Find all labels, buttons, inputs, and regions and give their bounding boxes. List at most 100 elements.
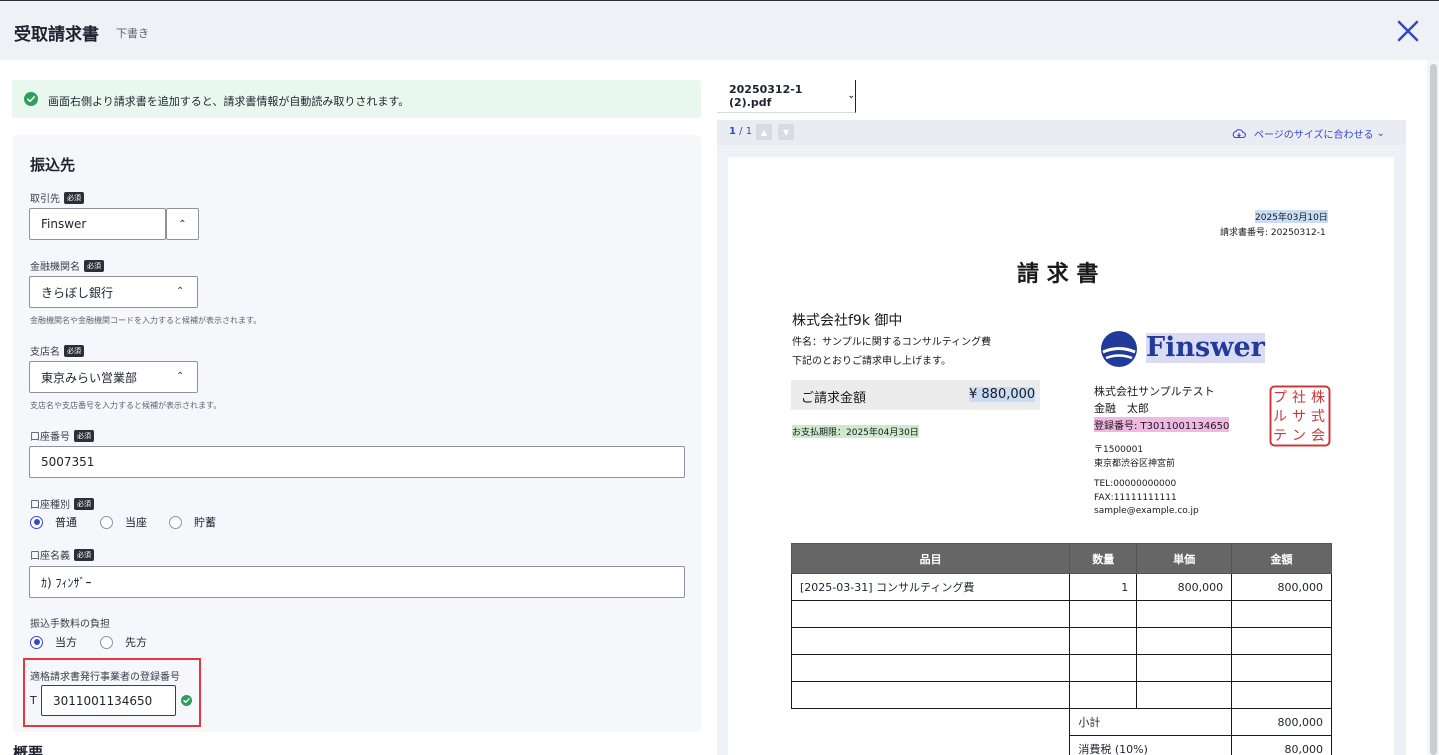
page-indicator: 1 / 1 [729,126,753,137]
chevron-up-icon: ▲ [760,127,768,137]
bank-hint: 金融機関名や金融機関コードを入力すると候補が表示されます。 [30,316,262,325]
issuer-email: sample@example.co.jp [1094,506,1199,516]
table-row [790,600,1332,628]
svg-text:ル: ル [1273,409,1287,425]
account-number-field[interactable]: 5007351 [29,446,685,478]
chevron-down-icon: ⌄ [847,91,855,101]
fee-bearer-radio-self[interactable]: 当方 [30,634,77,650]
subtotal-value: 800,000 [1231,708,1332,736]
bank-label: 金融機関名 必須 [30,258,104,273]
close-icon[interactable] [1392,15,1424,47]
required-badge: 必須 [64,191,84,204]
svg-text:株: 株 [1311,390,1325,406]
svg-text:会: 会 [1311,428,1325,444]
partner-label: 取引先 必須 [30,190,84,205]
account-number-label: 口座番号 必須 [30,428,94,443]
amount-label: ご請求金額 [801,391,867,406]
registration-label: 適格請求書発行事業者の登録番号 [30,672,180,683]
finswer-logo-icon [1101,331,1137,367]
radio-unselected[interactable] [100,635,113,649]
prev-page-button[interactable]: ▲ [756,124,772,140]
subtotal-row: 小計 800,000 [791,708,1332,736]
issuer-fax: FAX:11111111111 [1094,493,1177,503]
invoice-due-date: お支払期限：2025年04月30日 [792,425,919,438]
section-title: 振込先 [30,156,76,174]
scrollbar-thumb[interactable] [1430,64,1437,755]
account-holder-label: 口座名義 必須 [30,547,94,562]
radio-selected[interactable] [30,635,43,649]
required-badge: 必須 [74,548,94,561]
partner-dropdown-button[interactable]: ⌃ [166,208,199,240]
summary-section-title: 概要 [13,744,44,755]
svg-text:ン: ン [1292,428,1306,444]
fee-bearer-radio-other[interactable]: 先方 [100,634,147,650]
file-selector[interactable]: 20250312-1 (2).pdf ⌄ [717,80,856,113]
table-header: 単価 [1136,543,1233,574]
issuer-registration: 登録番号: T3011001134650 [1094,417,1230,432]
invoice-amount-box: ご請求金額 ¥ 880,000 [791,380,1040,410]
chevron-down-icon: ⌄ [1376,128,1385,139]
invoice-items-table: 品目 数量 単価 金額 [2025-03-31] コンサルティング費 1 800… [790,543,1332,755]
invoice-date: 2025年03月10日 [1255,210,1328,223]
chevron-down-icon: ▼ [782,127,790,137]
tax-label: 消費税 (10%) [1069,735,1233,755]
qty-cell: 1 [1069,573,1138,601]
finswer-logo-text: Finswer [1146,332,1265,363]
required-badge: 必須 [74,497,94,510]
partner-field[interactable]: Finswer [29,208,166,240]
table-row [790,627,1332,655]
tax-row: 消費税 (10%) 80,000 [792,735,1332,755]
branch-select[interactable]: 東京みらい営業部 ⌃ [29,361,198,393]
chevron-up-icon[interactable]: ⌃ [178,219,186,230]
registration-prefix: T [30,694,37,707]
price-cell: 800,000 [1136,573,1233,601]
amount-value: ¥ 880,000 [969,387,1036,402]
account-type-label: 口座種別 必須 [30,496,94,511]
table-header: 品目 [790,543,1071,574]
account-holder-field[interactable]: ｶ) ﾌｨﾝｻﾞｰ [29,566,685,598]
table-header: 数量 [1069,543,1138,574]
radio-selected[interactable] [30,515,43,529]
fit-page-button[interactable]: ページのサイズに合わせる ⌄ [1232,126,1385,141]
item-cell: [2025-03-31] コンサルティング費 [790,573,1071,601]
issuer-company: 株式会社サンプルテスト [1094,385,1215,398]
bank-select[interactable]: きらぼし銀行 ⌃ [29,276,198,308]
check-circle-icon [181,695,192,706]
page-title: 受取請求書 [14,25,99,45]
account-type-radio-futsu[interactable]: 普通 [30,514,77,530]
branch-label: 支店名 必須 [30,343,84,358]
radio-unselected[interactable] [100,515,113,529]
company-seal-icon: 株式会 社サン プルテ [1269,385,1331,447]
next-page-button[interactable]: ▼ [778,124,794,140]
notice-text: 画面右側より請求書を追加すると、請求書情報が自動読み取りされます。 [48,95,410,108]
radio-unselected[interactable] [169,515,182,529]
issuer-tel: TEL:00000000000 [1094,479,1177,489]
cloud-download-icon [1232,128,1246,138]
branch-select-value: 東京みらい営業部 [41,370,138,385]
issuer-postal: 〒1500001 [1094,445,1144,455]
file-name: 20250312-1 (2).pdf [729,83,803,109]
issuer-address: 東京都渋谷区神宮前 [1094,459,1176,469]
required-badge: 必須 [74,429,94,442]
subtotal-label: 小計 [1069,708,1233,736]
table-row [790,654,1332,682]
table-row [790,681,1332,709]
account-type-radio-toza[interactable]: 当座 [100,514,147,530]
chevron-up-icon: ⌃ [176,371,185,382]
registration-number-field[interactable]: 3011001134650 [41,685,176,716]
table-header: 金額 [1231,543,1332,574]
amount-cell: 800,000 [1231,573,1332,601]
invoice-title: 請 求 書 [1017,262,1099,287]
close-button[interactable] [1392,15,1424,47]
branch-hint: 支店名や支店番号を入力すると候補が表示されます。 [30,401,222,410]
table-row: [2025-03-31] コンサルティング費 1 800,000 800,000 [790,573,1332,601]
account-type-radio-chochiku[interactable]: 貯蓄 [169,514,216,530]
svg-text:テ: テ [1273,428,1287,444]
chevron-up-icon: ⌃ [176,286,185,297]
status-badge: 下書き [116,27,149,40]
svg-text:プ: プ [1273,390,1287,406]
top-bar: 受取請求書 下書き [0,0,1439,60]
info-notice: 画面右側より請求書を追加すると、請求書情報が自動読み取りされます。 [12,80,701,118]
invoice-message: 下記のとおりご請求申し上げます。 [792,356,951,367]
check-circle-icon [24,92,38,106]
